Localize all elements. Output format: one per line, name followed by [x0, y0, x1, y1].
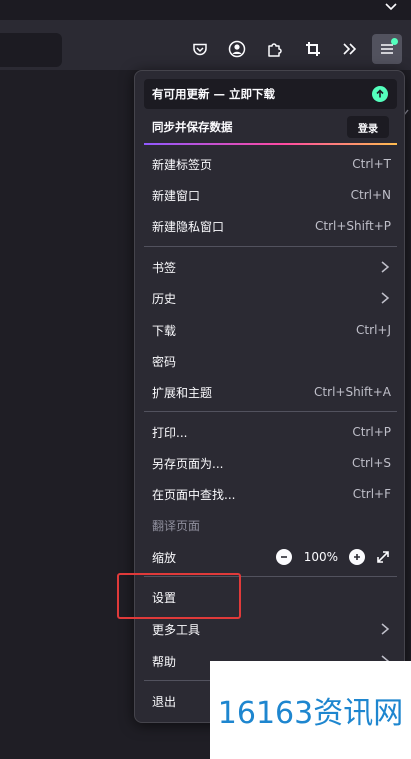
account-icon: [228, 40, 246, 58]
tab-strip: [0, 0, 411, 20]
nav-toolbar: [0, 20, 411, 70]
menu-item-label: 新建标签页: [152, 157, 213, 172]
menu-item-label: 扩展和主题: [152, 385, 213, 400]
menu-item-history[interactable]: 历史: [144, 284, 397, 312]
app-menu-panel: 有可用更新 — 立即下载 同步并保存数据 登录 新建标签页 Ctrl+T 新建窗…: [134, 70, 405, 723]
menu-item-label: 翻译页面: [152, 518, 201, 533]
zoom-in-button[interactable]: [349, 549, 365, 565]
menu-item-addons-themes[interactable]: 扩展和主题 Ctrl+Shift+A: [144, 378, 397, 406]
sync-row: 同步并保存数据 登录: [144, 113, 397, 141]
menu-item-shortcut: Ctrl+J: [356, 323, 391, 337]
menu-item-label: 缩放: [152, 550, 177, 565]
menu-item-find-in-page[interactable]: 在页面中查找... Ctrl+F: [144, 480, 397, 508]
pocket-icon: [193, 43, 207, 56]
menu-item-label: 历史: [152, 291, 177, 306]
menu-item-shortcut: Ctrl+T: [352, 157, 391, 171]
menu-item-new-private-window[interactable]: 新建隐私窗口 Ctrl+Shift+P: [144, 212, 397, 240]
menu-item-save-page[interactable]: 另存页面为... Ctrl+S: [144, 449, 397, 477]
menu-item-label: 帮助: [152, 654, 177, 669]
menu-item-label: 退出: [152, 694, 177, 709]
extensions-button[interactable]: [260, 34, 290, 64]
extensions-icon: [268, 43, 282, 57]
menu-item-downloads[interactable]: 下载 Ctrl+J: [144, 316, 397, 344]
menu-item-zoom: 缩放 100%: [144, 543, 397, 571]
zoom-reset-button[interactable]: 100%: [304, 550, 338, 564]
fullscreen-icon[interactable]: [375, 549, 391, 565]
watermark: 16163资讯网: [210, 661, 411, 759]
zoom-controls: 100%: [275, 547, 391, 567]
screenshot-button[interactable]: [298, 34, 328, 64]
menu-item-shortcut: Ctrl+N: [350, 188, 391, 202]
chevron-right-icon: [381, 623, 390, 635]
app-menu-button[interactable]: [372, 34, 402, 64]
browser-window: 有可用更新 — 立即下载 同步并保存数据 登录 新建标签页 Ctrl+T 新建窗…: [0, 0, 411, 759]
menu-item-shortcut: Ctrl+P: [352, 425, 391, 439]
screenshot-icon: [306, 42, 320, 56]
menu-item-label: 新建窗口: [152, 188, 201, 203]
overflow-button[interactable]: [335, 34, 365, 64]
plus-icon: [354, 554, 360, 560]
chevron-right-icon: [381, 292, 390, 304]
watermark-text: 16163资讯网: [217, 696, 404, 731]
menu-item-label: 更多工具: [152, 622, 201, 637]
update-arrow-icon: [372, 86, 388, 102]
url-bar[interactable]: [0, 33, 62, 67]
account-button[interactable]: [222, 34, 252, 64]
menu-separator: [144, 246, 397, 247]
minus-icon: [280, 556, 287, 558]
signin-button[interactable]: 登录: [347, 116, 389, 138]
menu-item-new-window[interactable]: 新建窗口 Ctrl+N: [144, 181, 397, 209]
update-badge: [391, 38, 398, 45]
list-all-tabs-icon[interactable]: [383, 0, 399, 14]
menu-item-shortcut: Ctrl+S: [351, 456, 391, 470]
menu-item-label: 另存页面为...: [152, 456, 224, 471]
menu-item-label: 新建隐私窗口: [152, 219, 225, 234]
sync-label: 同步并保存数据: [152, 120, 233, 134]
update-banner[interactable]: 有可用更新 — 立即下载: [144, 79, 397, 109]
menu-item-label: 打印...: [152, 425, 188, 440]
menu-item-label: 书签: [152, 260, 177, 275]
sync-gradient-divider: [144, 143, 397, 145]
overflow-chevrons-icon: [343, 43, 357, 55]
menu-item-bookmarks[interactable]: 书签: [144, 253, 397, 281]
menu-item-print[interactable]: 打印... Ctrl+P: [144, 418, 397, 446]
menu-item-new-tab[interactable]: 新建标签页 Ctrl+T: [144, 150, 397, 178]
menu-item-shortcut: Ctrl+Shift+P: [315, 219, 391, 233]
menu-item-label: 在页面中查找...: [152, 487, 236, 502]
menu-item-label: 密码: [152, 354, 177, 369]
update-label: 有可用更新 — 立即下载: [152, 87, 276, 101]
pocket-button[interactable]: [185, 34, 215, 64]
menu-separator: [144, 411, 397, 412]
menu-item-label: 下载: [152, 323, 177, 338]
chevron-right-icon: [381, 261, 390, 273]
menu-item-translate-page: 翻译页面: [144, 511, 397, 539]
settings-highlight-annotation: [117, 573, 241, 619]
app-menu-icon: [381, 44, 393, 54]
menu-item-shortcut: Ctrl+Shift+A: [314, 385, 391, 399]
menu-item-shortcut: Ctrl+F: [352, 487, 391, 501]
menu-item-passwords[interactable]: 密码: [144, 347, 397, 375]
menu-item-more-tools[interactable]: 更多工具: [144, 615, 397, 643]
zoom-out-button[interactable]: [275, 549, 292, 565]
